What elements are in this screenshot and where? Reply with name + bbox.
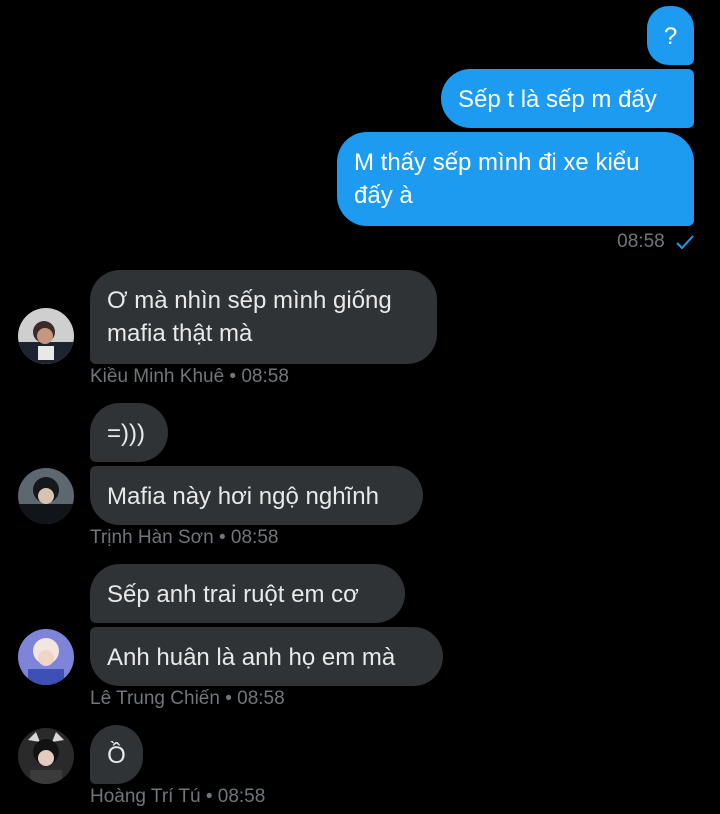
message-text: ? xyxy=(663,23,678,50)
message-text: Anh huân là anh họ em mà xyxy=(107,644,396,671)
message-meta: Lê Trung Chiến • 08:58 xyxy=(90,688,285,709)
incoming-message-2[interactable]: =))) xyxy=(90,403,168,462)
avatar[interactable] xyxy=(18,629,74,685)
message-text: Sếp anh trai ruột em cơ xyxy=(107,581,359,608)
message-text: Mafia này hơi ngộ nghĩnh xyxy=(107,483,379,510)
incoming-message-1[interactable]: Ơ mà nhìn sếp mình giống mafia thật mà xyxy=(90,270,437,364)
message-text-line-1: Ơ mà nhìn sếp mình giống xyxy=(107,287,392,314)
outgoing-message-2[interactable]: Sếp t là sếp m đấy xyxy=(441,69,694,128)
incoming-message-5[interactable]: Anh huân là anh họ em mà xyxy=(90,627,443,686)
incoming-message-3[interactable]: Mafia này hơi ngộ nghĩnh xyxy=(90,466,423,525)
incoming-message-4[interactable]: Sếp anh trai ruột em cơ xyxy=(90,564,405,623)
message-text: Sếp t là sếp m đấy xyxy=(458,86,657,113)
incoming-message-6[interactable]: Ồ xyxy=(90,725,143,784)
avatar[interactable] xyxy=(18,468,74,524)
avatar[interactable] xyxy=(18,308,74,364)
timestamp: 08:58 xyxy=(617,231,665,252)
message-text-line-2: đấy à xyxy=(354,182,413,209)
message-text: =))) xyxy=(107,420,145,447)
message-text-line-1: M thấy sếp mình đi xe kiểu xyxy=(354,149,640,176)
message-meta: Hoàng Trí Tú • 08:58 xyxy=(90,786,266,807)
check-icon xyxy=(676,235,694,249)
message-text: Ồ xyxy=(107,742,126,769)
outgoing-message-1[interactable]: ? xyxy=(647,6,694,65)
message-meta: Trịnh Hàn Sơn • 08:58 xyxy=(90,527,279,548)
outgoing-timestamp: 08:58 xyxy=(617,231,694,253)
message-meta: Kiều Minh Khuê • 08:58 xyxy=(90,366,289,387)
avatar[interactable] xyxy=(18,728,74,784)
outgoing-message-3[interactable]: M thấy sếp mình đi xe kiểu đấy à xyxy=(337,132,694,226)
message-text-line-2: mafia thật mà xyxy=(107,320,253,347)
